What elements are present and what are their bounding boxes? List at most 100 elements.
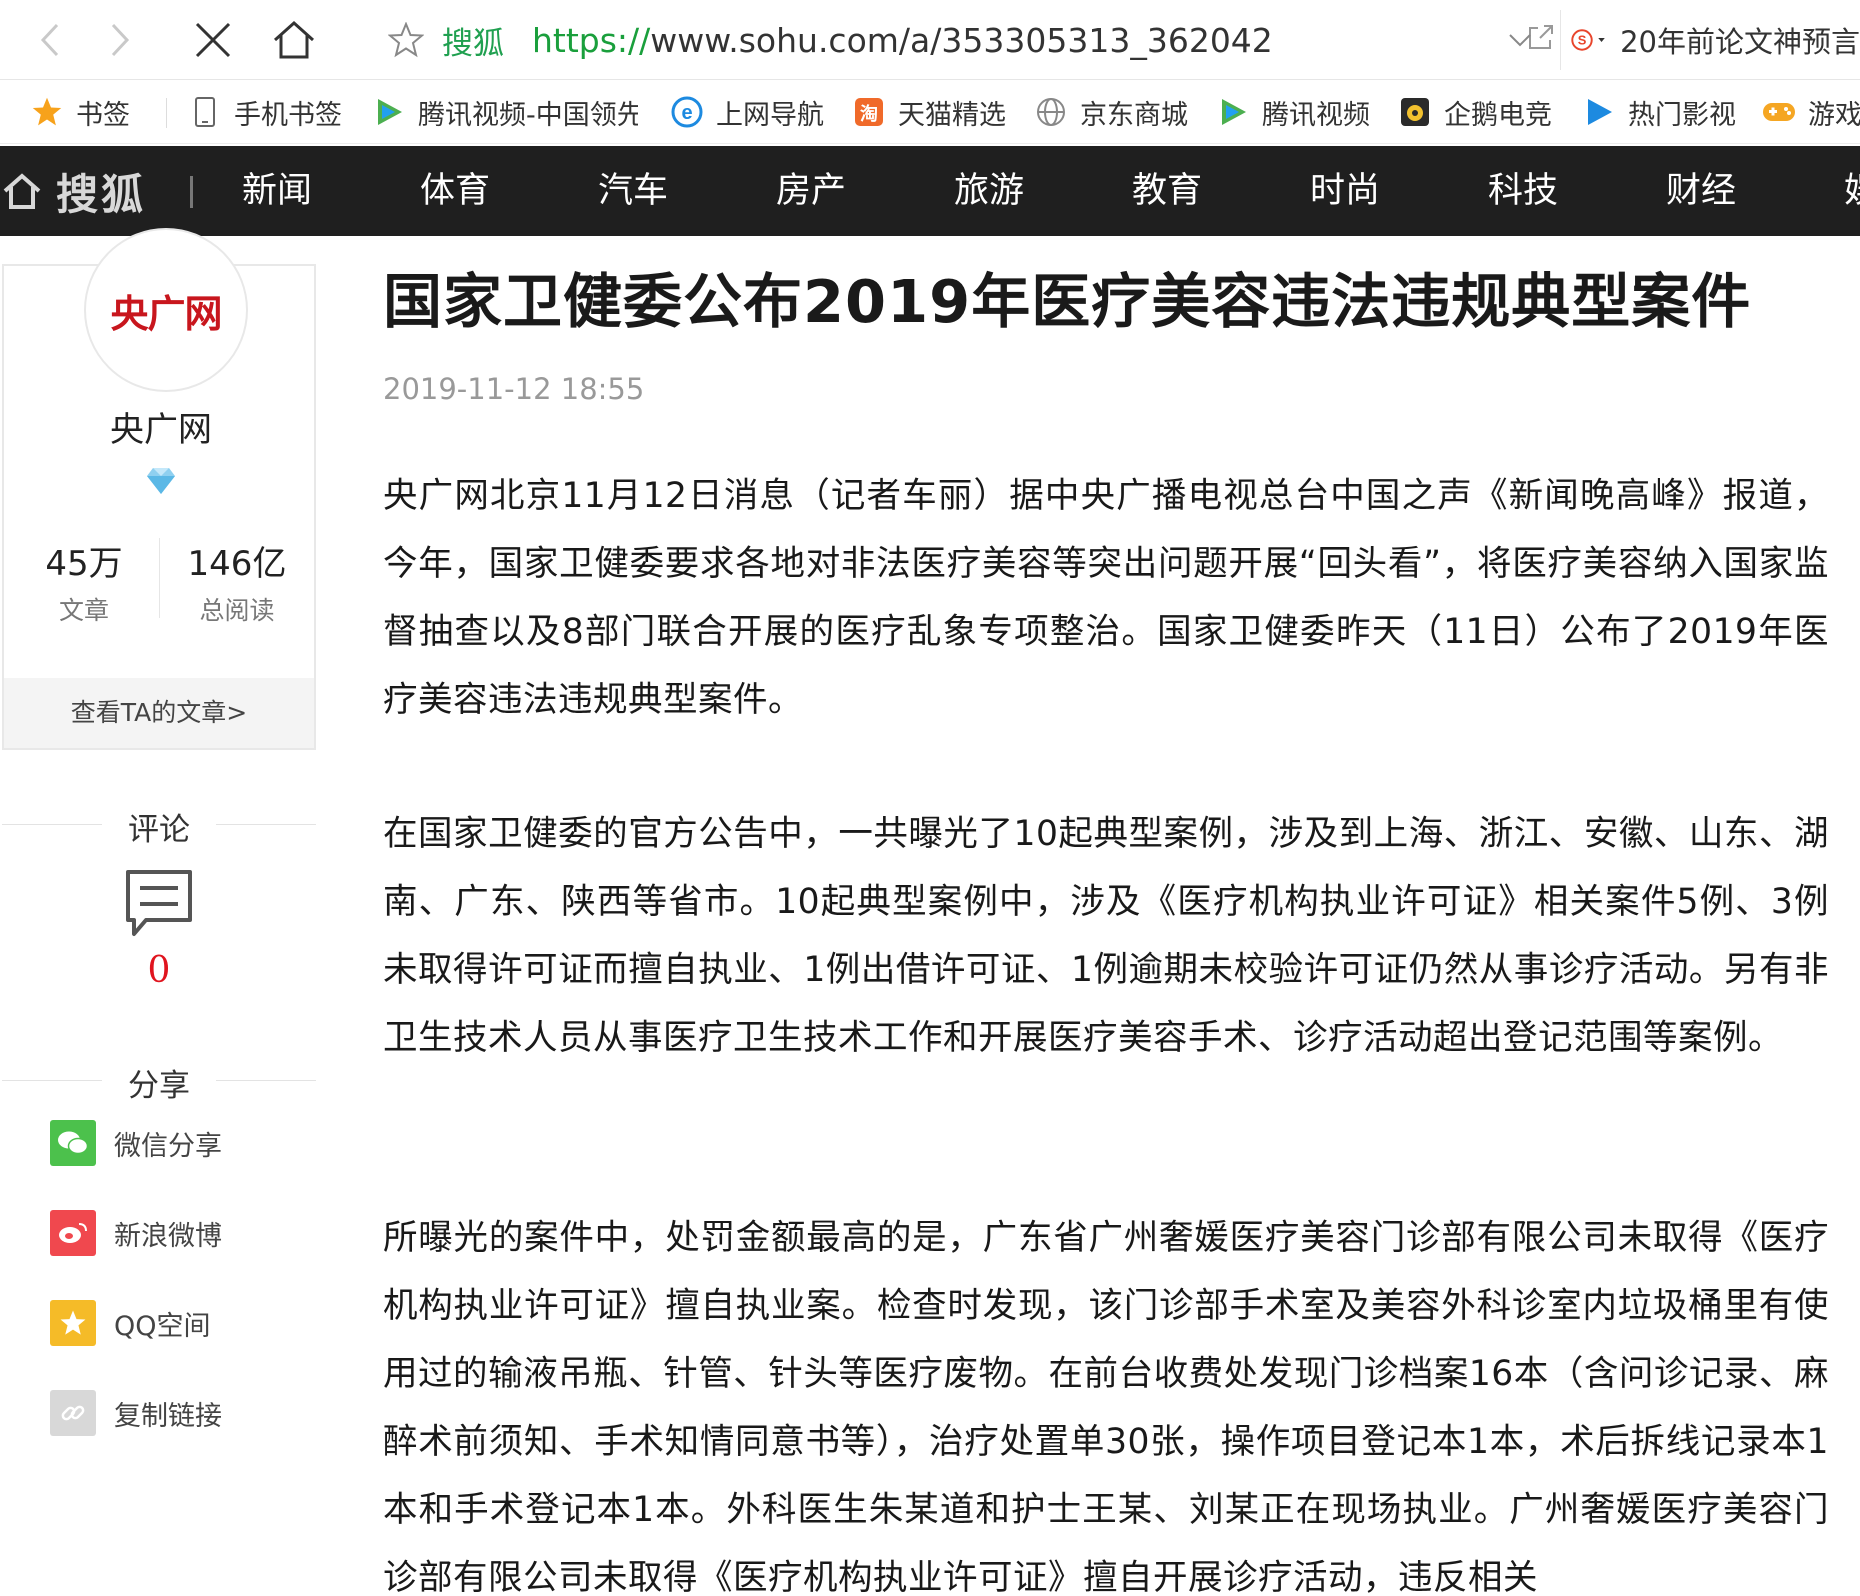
share-label: 复制链接 bbox=[114, 1400, 222, 1432]
penguin-esports-icon bbox=[1398, 95, 1432, 129]
play-icon bbox=[1582, 95, 1616, 129]
reads-count: 146亿 bbox=[187, 544, 287, 584]
nav-item-fashion[interactable]: 时尚 bbox=[1310, 146, 1380, 236]
stat-reads: 146亿 总阅读 bbox=[162, 536, 312, 627]
star-icon bbox=[30, 95, 64, 129]
verified-diamond-icon bbox=[145, 466, 177, 500]
weibo-icon bbox=[50, 1210, 96, 1256]
share-qzone-button[interactable]: QQ空间 bbox=[50, 1300, 211, 1346]
share-label: 新浪微博 bbox=[114, 1220, 222, 1252]
gamepad-icon bbox=[1762, 95, 1796, 129]
phone-icon bbox=[188, 95, 222, 129]
tmall-icon: 淘 bbox=[852, 95, 886, 129]
search-box[interactable]: S 20年前论文神预言 bbox=[1560, 10, 1860, 70]
nav-item-auto[interactable]: 汽车 bbox=[598, 146, 668, 236]
reads-label: 总阅读 bbox=[199, 596, 275, 625]
bookmark-item-bookmarks[interactable]: 书签 bbox=[30, 80, 130, 143]
globe-icon bbox=[1034, 95, 1068, 129]
forward-icon[interactable] bbox=[100, 10, 140, 70]
comments-heading-text: 评论 bbox=[128, 812, 190, 848]
article-paragraph: 在国家卫健委的官方公告中，一共曝光了10起典型案例，涉及到上海、浙江、安徽、山东… bbox=[383, 814, 1829, 1058]
nav-item-news[interactable]: 新闻 bbox=[242, 146, 312, 236]
link-icon bbox=[50, 1390, 96, 1436]
bookmark-item-mobile[interactable]: 手机书签 bbox=[188, 80, 342, 143]
url-scheme: https:// bbox=[532, 20, 651, 60]
bookmark-item-jd[interactable]: 京东商城 bbox=[1034, 80, 1188, 143]
bookmark-item-navigation[interactable]: e 上网导航 bbox=[670, 80, 824, 143]
share-label: QQ空间 bbox=[114, 1310, 211, 1342]
share-heading-text: 分享 bbox=[128, 1068, 190, 1104]
bookmark-item-games[interactable]: 游戏 bbox=[1762, 80, 1860, 143]
avatar[interactable]: 央广网 bbox=[84, 228, 248, 392]
search-text[interactable]: 20年前论文神预言 bbox=[1620, 19, 1860, 61]
nav-item-realestate[interactable]: 房产 bbox=[776, 146, 846, 236]
browser-toolbar: 搜狐 https://www.sohu.com/a/353305313_3620… bbox=[0, 0, 1860, 80]
address-bar[interactable]: 搜狐 https://www.sohu.com/a/353305313_3620… bbox=[356, 8, 1553, 72]
stat-divider bbox=[159, 538, 160, 618]
home-icon[interactable] bbox=[270, 10, 318, 70]
bookmark-label: 企鹅电竞 bbox=[1444, 99, 1552, 131]
bookmarks-bar: 书签 手机书签 腾讯视频-中国领先 e 上网导航 淘 天猫精选 京东商城 腾讯视… bbox=[0, 80, 1860, 144]
bookmark-label: 京东商城 bbox=[1080, 99, 1188, 131]
url-path: www.sohu.com/a/353305313_362042 bbox=[650, 20, 1273, 60]
sogou-search-icon[interactable]: S bbox=[1571, 23, 1593, 57]
share-wechat-button[interactable]: 微信分享 bbox=[50, 1120, 222, 1166]
nav-item-sports[interactable]: 体育 bbox=[420, 146, 490, 236]
qzone-icon bbox=[50, 1300, 96, 1346]
svg-text:淘: 淘 bbox=[860, 103, 878, 125]
stop-loading-icon[interactable] bbox=[190, 10, 236, 70]
stat-articles: 45万 文章 bbox=[9, 536, 159, 627]
tencent-video-icon bbox=[1216, 95, 1250, 129]
ie-icon: e bbox=[670, 95, 704, 129]
tencent-video-icon bbox=[372, 95, 406, 129]
bookmark-item-tencent-video[interactable]: 腾讯视频 bbox=[1216, 80, 1370, 143]
share-weibo-button[interactable]: 新浪微博 bbox=[50, 1210, 222, 1256]
bookmark-separator bbox=[166, 98, 167, 128]
bookmark-label: 天猫精选 bbox=[898, 99, 1006, 131]
dropdown-chevron-icon[interactable] bbox=[1500, 10, 1540, 70]
nav-item-tech[interactable]: 科技 bbox=[1488, 146, 1558, 236]
articles-label: 文章 bbox=[58, 596, 109, 625]
url-site-label: 搜狐 bbox=[442, 25, 504, 62]
comments-heading: 评论 bbox=[2, 804, 316, 848]
bookmark-item-hot-films[interactable]: 热门影视 bbox=[1582, 80, 1736, 143]
bookmark-item-tencent-video-long[interactable]: 腾讯视频-中国领先 bbox=[372, 80, 638, 143]
site-nav-bar: 搜狐 新闻 体育 汽车 房产 旅游 教育 时尚 科技 财经 娱乐 bbox=[0, 146, 1860, 236]
comment-count[interactable]: 0 bbox=[0, 950, 318, 991]
nav-item-entertainment[interactable]: 娱乐 bbox=[1844, 146, 1860, 236]
bookmark-label: 手机书签 bbox=[234, 99, 342, 131]
article-paragraph: 所曝光的案件中，处罚金额最高的是，广东省广州奢媛医疗美容门诊部有限公司未取得《医… bbox=[383, 1218, 1829, 1596]
bookmark-label: 腾讯视频 bbox=[1262, 99, 1370, 131]
comment-icon[interactable] bbox=[124, 868, 194, 942]
article-paragraph: 央广网北京11月12日消息（记者车丽）据中央广播电视总台中国之声《新闻晚高峰》报… bbox=[383, 476, 1829, 720]
bookmark-item-penguin-esports[interactable]: 企鹅电竞 bbox=[1398, 80, 1552, 143]
articles-count: 45万 bbox=[45, 544, 123, 584]
article-date: 2019-11-12 18:55 bbox=[383, 372, 645, 406]
home-icon[interactable] bbox=[2, 171, 42, 211]
url-text[interactable]: https://www.sohu.com/a/353305313_362042 bbox=[532, 21, 1273, 60]
bookmark-label: 腾讯视频-中国领先 bbox=[418, 99, 638, 131]
logo-text: 搜狐 bbox=[56, 169, 147, 219]
nav-item-finance[interactable]: 财经 bbox=[1666, 146, 1736, 236]
bookmark-label: 书签 bbox=[76, 99, 130, 131]
copy-link-button[interactable]: 复制链接 bbox=[50, 1390, 222, 1436]
sohu-logo[interactable]: 搜狐 bbox=[2, 146, 146, 236]
share-label: 微信分享 bbox=[114, 1130, 222, 1162]
engine-dropdown-icon[interactable] bbox=[1597, 35, 1606, 45]
view-author-articles-link[interactable]: 查看TA的文章> bbox=[4, 678, 314, 748]
author-card: 央广网 央广网 45万 文章 146亿 总阅读 查看TA的文章> bbox=[2, 228, 318, 750]
bookmark-label: 热门影视 bbox=[1628, 99, 1736, 131]
avatar-logo-text: 央广网 bbox=[110, 291, 222, 336]
nav-divider bbox=[190, 176, 193, 208]
bookmark-label: 上网导航 bbox=[716, 99, 824, 131]
svg-text:S: S bbox=[1578, 33, 1587, 48]
share-heading: 分享 bbox=[2, 1060, 316, 1104]
bookmark-star-icon[interactable] bbox=[386, 22, 426, 58]
nav-item-education[interactable]: 教育 bbox=[1132, 146, 1202, 236]
bookmark-item-tmall[interactable]: 淘 天猫精选 bbox=[852, 80, 1006, 143]
back-icon[interactable] bbox=[30, 10, 70, 70]
wechat-icon bbox=[50, 1120, 96, 1166]
svg-text:e: e bbox=[681, 102, 692, 124]
nav-item-travel[interactable]: 旅游 bbox=[954, 146, 1024, 236]
author-name[interactable]: 央广网 bbox=[4, 402, 318, 451]
